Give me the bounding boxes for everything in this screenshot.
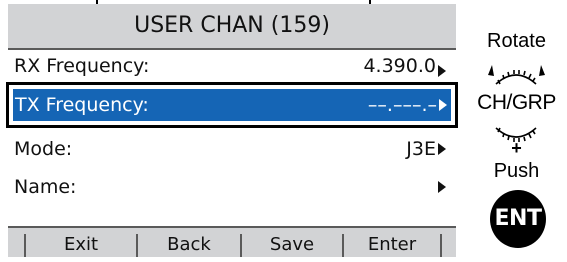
menu-item-value: ––.–––.– [367,94,437,116]
menu-item-label: Name: [14,176,77,198]
menu-item-label: Mode: [14,138,73,160]
plus-label: + [511,138,522,158]
right-arrow-icon [438,65,446,77]
control-legend: Rotate CH/GRP + Push ENT [466,0,567,260]
ent-button[interactable]: ENT [490,190,546,248]
enter-softkey[interactable]: Enter [344,228,440,257]
softkey-bar: Exit Back Save Enter [8,228,456,257]
softkey-divider [440,234,442,257]
menu-item-value: 4.390.0 [363,55,436,77]
menu-item-name[interactable]: Name: [8,168,456,206]
right-arrow-icon [438,143,446,155]
menu-item-label: TX Frequency: [15,94,149,116]
ch-grp-label: CH/GRP [477,91,556,114]
screen-title: USER CHAN (159) [134,13,330,38]
menu-item-rx-frequency[interactable]: RX Frequency: 4.390.0 [8,52,456,84]
selection-highlight: TX Frequency: ––.–––.– [13,89,451,121]
save-softkey[interactable]: Save [242,228,342,257]
back-softkey[interactable]: Back [138,228,240,257]
right-arrow-icon [438,181,446,193]
rotate-label: Rotate [487,30,546,52]
right-arrow-icon [439,99,447,111]
menu-item-mode[interactable]: Mode: J3E [8,130,456,168]
exit-softkey[interactable]: Exit [26,228,136,257]
push-label: Push [493,160,540,182]
menu-item-label: RX Frequency: [14,55,150,77]
menu-item-tx-frequency[interactable]: TX Frequency: ––.–––.– [6,82,458,128]
radio-display: USER CHAN (159) RX Frequency: 4.390.0 TX… [6,4,458,257]
menu-item-value: J3E [406,138,436,160]
menu-list: RX Frequency: 4.390.0 TX Frequency: ––.–… [6,48,458,228]
